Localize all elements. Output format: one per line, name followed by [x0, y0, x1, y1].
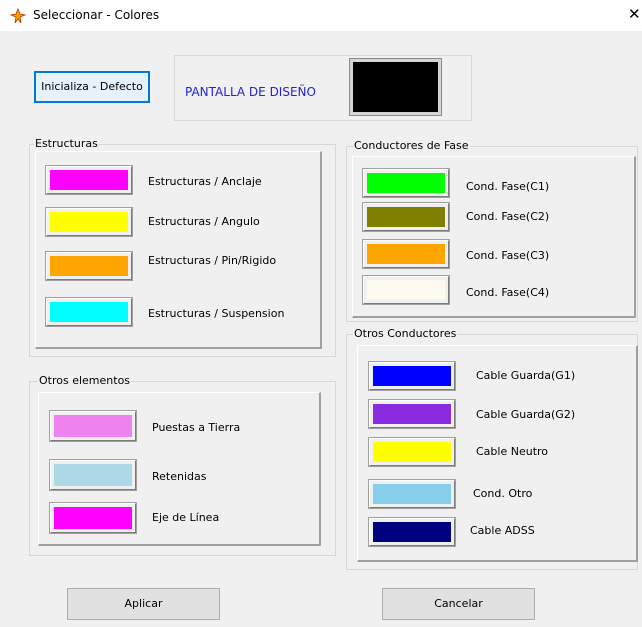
label-cond-fase-c2: Cond. Fase(C2)	[466, 210, 550, 223]
swatch-fill	[373, 366, 451, 386]
label-retenidas: Retenidas	[152, 470, 207, 483]
swatch-cond-otro[interactable]	[368, 479, 456, 509]
swatch-cable-neutro[interactable]	[368, 437, 456, 467]
label-cable-guarda-g1: Cable Guarda(G1)	[476, 369, 576, 382]
swatch-fill	[54, 464, 132, 486]
cancel-button[interactable]: Cancelar	[382, 588, 535, 620]
swatch-cond-fase-c4[interactable]	[362, 275, 450, 305]
label-cable-guarda-g2: Cable Guarda(G2)	[476, 408, 576, 421]
swatch-fill	[50, 170, 128, 190]
label-estructuras-angulo: Estructuras / Angulo	[148, 215, 260, 228]
preview-color-swatch[interactable]	[349, 58, 442, 116]
label-cond-otro: Cond. Otro	[473, 487, 533, 500]
swatch-fill	[367, 173, 445, 193]
swatch-cond-fase-c1[interactable]	[362, 168, 450, 198]
swatch-fill	[50, 256, 128, 276]
swatch-fill	[373, 522, 451, 542]
swatch-retenidas[interactable]	[49, 459, 137, 491]
title-bar: Seleccionar - Colores ✕	[0, 0, 642, 31]
swatch-eje-de-linea[interactable]	[49, 502, 137, 534]
swatch-estructuras-angulo[interactable]	[45, 207, 133, 237]
preview-label: PANTALLA DE DISEÑO	[185, 85, 316, 99]
close-icon[interactable]: ✕	[628, 5, 641, 23]
swatch-estructuras-anclaje[interactable]	[45, 165, 133, 195]
swatch-fill	[54, 415, 132, 437]
label-eje-de-linea: Eje de Línea	[152, 511, 220, 524]
swatch-puestas-a-tierra[interactable]	[49, 410, 137, 442]
label-estructuras-pin-rigido: Estructuras / Pin/Rigido	[148, 254, 277, 267]
reset-defaults-button[interactable]: Inicializa - Defecto	[34, 71, 150, 103]
apply-label: Aplicar	[124, 597, 163, 610]
swatch-fill	[50, 302, 128, 322]
app-tower-icon	[10, 8, 26, 24]
swatch-fill	[373, 404, 451, 424]
swatch-fill	[50, 212, 128, 232]
otros-elementos-title: Otros elementos	[38, 374, 132, 387]
swatch-fill	[373, 484, 451, 504]
label-puestas-a-tierra: Puestas a Tierra	[152, 421, 241, 434]
label-cond-fase-c4: Cond. Fase(C4)	[466, 286, 550, 299]
label-estructuras-suspension: Estructuras / Suspension	[148, 307, 285, 320]
swatch-cable-adss[interactable]	[368, 517, 456, 547]
cancel-label: Cancelar	[434, 597, 483, 610]
label-cond-fase-c1: Cond. Fase(C1)	[466, 180, 550, 193]
label-cond-fase-c3: Cond. Fase(C3)	[466, 249, 550, 262]
apply-button[interactable]: Aplicar	[67, 588, 220, 620]
swatch-cond-fase-c3[interactable]	[362, 239, 450, 269]
label-cable-adss: Cable ADSS	[470, 524, 535, 537]
reset-defaults-label: Inicializa - Defecto	[41, 80, 143, 93]
swatch-fill	[367, 244, 445, 264]
conductores-fase-title: Conductores de Fase	[353, 139, 470, 152]
window-title: Seleccionar - Colores	[33, 8, 160, 22]
label-estructuras-anclaje: Estructuras / Anclaje	[148, 175, 262, 188]
estructuras-title: Estructuras	[34, 137, 99, 150]
swatch-fill	[373, 442, 451, 462]
swatch-fill	[54, 507, 132, 529]
swatch-estructuras-suspension[interactable]	[45, 297, 133, 327]
swatch-cond-fase-c2[interactable]	[362, 202, 450, 232]
preview-panel: PANTALLA DE DISEÑO	[174, 55, 472, 121]
otros-conductores-title: Otros Conductores	[353, 327, 458, 340]
label-cable-neutro: Cable Neutro	[476, 445, 549, 458]
swatch-fill	[367, 207, 445, 227]
swatch-cable-guarda-g2[interactable]	[368, 399, 456, 429]
swatch-fill	[367, 280, 445, 300]
swatch-cable-guarda-g1[interactable]	[368, 361, 456, 391]
swatch-estructuras-pin-rigido[interactable]	[45, 251, 133, 281]
